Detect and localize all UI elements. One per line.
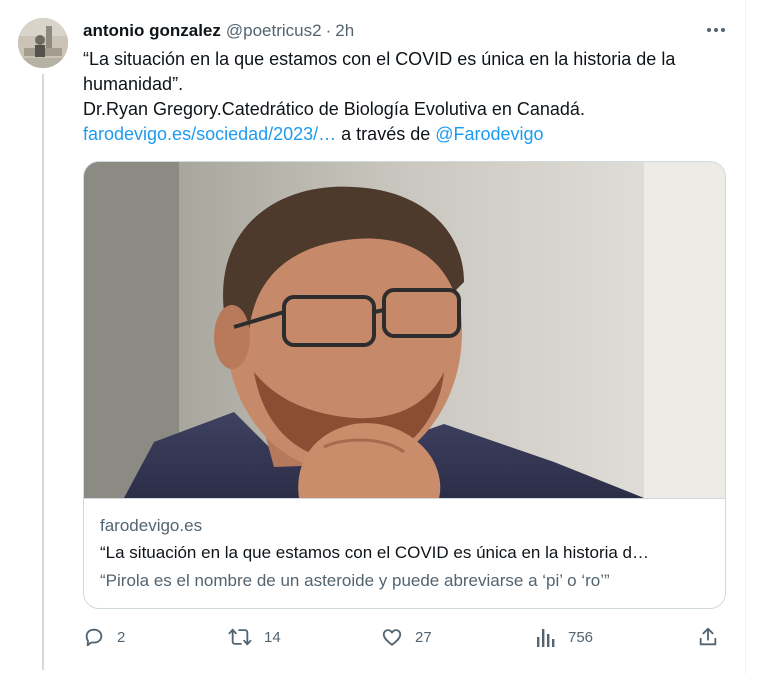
views-count: 756 bbox=[568, 628, 594, 646]
tweet-quote: “La situación en la que estamos con el C… bbox=[83, 49, 676, 94]
views-icon bbox=[537, 629, 555, 647]
more-icon bbox=[707, 28, 725, 32]
link-card[interactable]: farodevigo.es “La situación en la que es… bbox=[83, 161, 726, 609]
separator-dot: · bbox=[325, 21, 332, 40]
tweet-link-line: farodevigo.es/sociedad/2023/… a través d… bbox=[83, 122, 733, 147]
card-image[interactable] bbox=[84, 162, 725, 498]
mention-link[interactable]: @Farodevigo bbox=[435, 124, 543, 144]
card-title[interactable]: “La situación en la que estamos con el C… bbox=[100, 543, 712, 563]
user-handle[interactable]: @poetricus2 bbox=[226, 21, 322, 41]
tweet-attribution: Dr.Ryan Gregory.Catedrático de Biología … bbox=[83, 99, 585, 119]
more-button[interactable] bbox=[702, 20, 730, 40]
views-button[interactable]: 756 bbox=[536, 623, 593, 651]
share-button[interactable] bbox=[697, 623, 719, 651]
like-count: 27 bbox=[415, 628, 432, 646]
share-icon bbox=[699, 627, 717, 646]
via-text: a través de bbox=[336, 124, 436, 144]
tweet-actions: 2 14 27 756 bbox=[83, 623, 733, 651]
reply-icon bbox=[85, 628, 103, 647]
card-description: “Pirola es el nombre de un asteroide y p… bbox=[100, 571, 610, 590]
card-body: farodevigo.es “La situación en la que es… bbox=[84, 498, 725, 608]
avatar[interactable] bbox=[18, 18, 68, 68]
tweet-header: antonio gonzalez @poetricus2 · 2h bbox=[83, 19, 354, 43]
card-domain: farodevigo.es bbox=[100, 516, 203, 535]
reply-count: 2 bbox=[117, 628, 126, 646]
timestamp[interactable]: 2h bbox=[335, 21, 354, 41]
retweet-icon bbox=[228, 628, 252, 646]
reply-button[interactable]: 2 bbox=[83, 623, 125, 651]
timeline-border bbox=[745, 0, 746, 674]
heart-icon bbox=[382, 629, 402, 646]
thread-line bbox=[42, 74, 44, 670]
like-button[interactable]: 27 bbox=[381, 623, 432, 651]
tweet-text: “La situación en la que estamos con el C… bbox=[83, 47, 733, 147]
retweet-button[interactable]: 14 bbox=[228, 623, 281, 651]
article-link[interactable]: farodevigo.es/sociedad/2023/… bbox=[83, 124, 336, 144]
display-name[interactable]: antonio gonzalez bbox=[83, 21, 221, 41]
retweet-count: 14 bbox=[264, 628, 281, 646]
